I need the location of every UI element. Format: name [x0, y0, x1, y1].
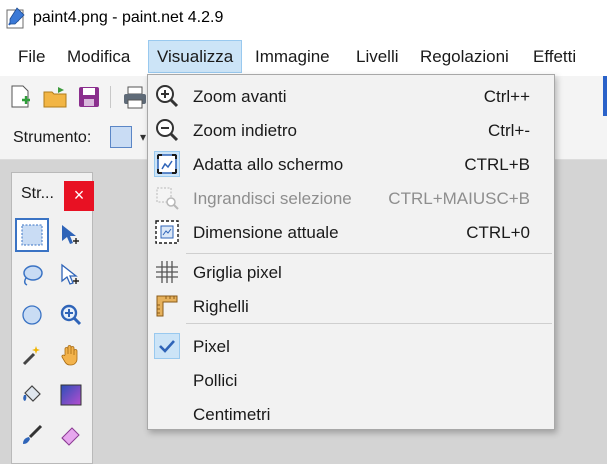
close-button[interactable]: ×: [64, 181, 94, 211]
paint-bucket-tool-icon[interactable]: [15, 378, 49, 412]
menu-item-actual-size[interactable]: Dimensione attuale CTRL+0: [148, 215, 554, 249]
zoom-tool-icon[interactable]: [54, 298, 88, 332]
menu-item-shortcut: Ctrl++: [483, 87, 530, 106]
menu-item-label: Zoom indietro: [193, 121, 297, 140]
menu-regolazioni[interactable]: Regolazioni: [412, 40, 517, 73]
print-icon[interactable]: [122, 84, 148, 110]
save-file-icon[interactable]: [76, 84, 102, 110]
menu-item-inches[interactable]: Pollici: [148, 363, 554, 397]
ellipse-select-tool-icon[interactable]: [15, 298, 49, 332]
menu-livelli[interactable]: Livelli: [348, 40, 407, 73]
menu-item-label: Zoom avanti: [193, 87, 287, 106]
menu-item-label: Pollici: [193, 371, 238, 390]
paintbrush-tool-icon[interactable]: [15, 418, 49, 452]
move-selection-tool-icon[interactable]: [54, 218, 88, 252]
magic-wand-tool-icon[interactable]: [15, 338, 49, 372]
lasso-select-tool-icon[interactable]: [15, 258, 49, 292]
window-edge: [603, 76, 607, 121]
view-menu-dropdown: Zoom avanti Ctrl++ Zoom indietro Ctrl+- …: [147, 74, 555, 430]
window-title: paint4.png - paint.net 4.2.9: [33, 9, 224, 26]
menu-separator: [186, 253, 552, 254]
menu-modifica[interactable]: Modifica: [59, 40, 138, 73]
menu-item-zoom-selection[interactable]: Ingrandisci selezione CTRL+MAIUSC+B: [148, 181, 554, 215]
fit-screen-icon: [154, 151, 180, 177]
menu-item-zoom-out[interactable]: Zoom indietro Ctrl+-: [148, 113, 554, 147]
menu-separator: [186, 323, 552, 324]
paintnet-app-icon: [6, 7, 26, 29]
pan-tool-icon[interactable]: [54, 338, 88, 372]
menu-item-zoom-in[interactable]: Zoom avanti Ctrl++: [148, 79, 554, 113]
title-bar: paint4.png - paint.net 4.2.9: [0, 0, 607, 36]
menu-effetti[interactable]: Effetti: [525, 40, 584, 73]
open-file-icon[interactable]: [42, 84, 68, 110]
menu-bar: File Modifica Visualizza Immagine Livell…: [0, 36, 607, 76]
new-file-icon[interactable]: [8, 84, 34, 110]
menu-file[interactable]: File: [10, 40, 53, 73]
menu-item-label: Dimensione attuale: [193, 223, 339, 242]
zoom-selection-icon: [154, 185, 180, 211]
eraser-tool-icon[interactable]: [54, 418, 88, 452]
menu-item-rulers[interactable]: Righelli: [148, 289, 554, 323]
menu-item-shortcut: Ctrl+-: [487, 121, 530, 140]
zoom-in-icon: [154, 83, 180, 109]
menu-item-shortcut: CTRL+MAIUSC+B: [388, 189, 530, 208]
chevron-down-icon[interactable]: ▾: [140, 130, 146, 144]
tools-window-title: Str...: [21, 185, 54, 202]
menu-item-label: Ingrandisci selezione: [193, 189, 352, 208]
menu-visualizza[interactable]: Visualizza: [148, 40, 243, 73]
menu-item-shortcut: CTRL+B: [464, 155, 530, 174]
menu-item-label: Righelli: [193, 297, 249, 316]
menu-item-label: Griglia pixel: [193, 263, 282, 282]
menu-item-pixel[interactable]: Pixel: [148, 329, 554, 363]
check-icon: [154, 333, 180, 359]
rectangle-select-tool-icon[interactable]: [15, 218, 49, 252]
menu-item-pixel-grid[interactable]: Griglia pixel: [148, 255, 554, 289]
actual-size-icon: [154, 219, 180, 245]
menu-immagine[interactable]: Immagine: [247, 40, 338, 73]
toolbar-divider: [110, 86, 111, 108]
menu-item-centimeters[interactable]: Centimetri: [148, 397, 554, 431]
menu-item-label: Pixel: [193, 337, 230, 356]
tools-window: Str... ×: [11, 172, 94, 464]
pixel-grid-icon: [154, 259, 180, 285]
menu-item-label: Centimetri: [193, 405, 271, 424]
move-selected-tool-icon[interactable]: [54, 258, 88, 292]
gradient-tool-icon[interactable]: [54, 378, 88, 412]
current-tool-selector[interactable]: [110, 126, 132, 148]
menu-item-label: Adatta allo schermo: [193, 155, 344, 174]
menu-item-shortcut: CTRL+0: [466, 223, 530, 242]
menu-item-fit-screen[interactable]: Adatta allo schermo CTRL+B: [148, 147, 554, 181]
zoom-out-icon: [154, 117, 180, 143]
tool-label: Strumento:: [13, 129, 92, 146]
rulers-icon: [154, 293, 180, 319]
